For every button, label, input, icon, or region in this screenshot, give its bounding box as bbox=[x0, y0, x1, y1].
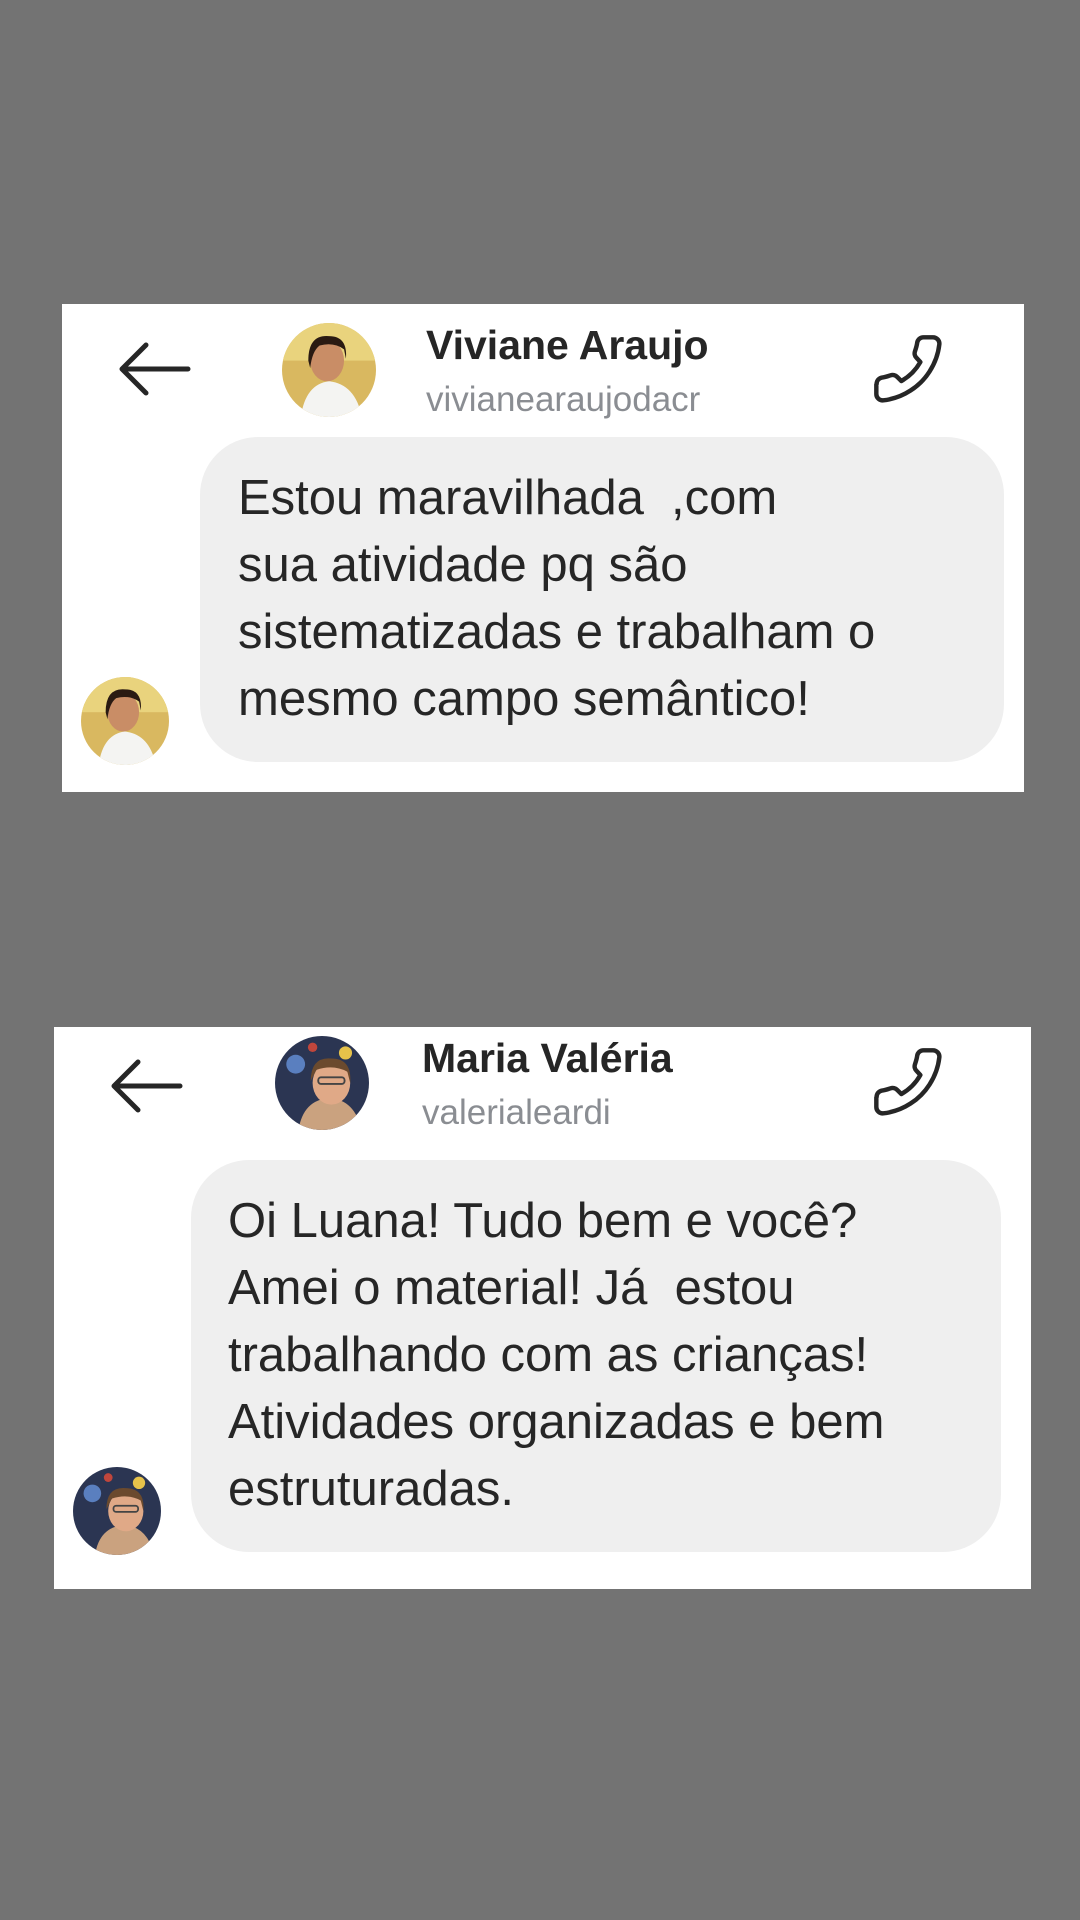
contact-avatar[interactable] bbox=[282, 323, 376, 417]
contact-avatar[interactable] bbox=[275, 1036, 369, 1130]
message-line: sistematizadas e trabalham o bbox=[238, 605, 876, 659]
back-arrow-icon[interactable] bbox=[108, 1056, 184, 1116]
phone-call-icon[interactable] bbox=[870, 331, 946, 407]
message-bubble[interactable]: Oi Luana! Tudo bem e você? Amei o materi… bbox=[191, 1160, 1001, 1552]
message-line: trabalhando com as crianças! bbox=[228, 1328, 869, 1382]
message-line: mesmo campo semântico! bbox=[238, 672, 810, 726]
contact-name: Maria Valéria bbox=[422, 1035, 673, 1081]
contact-username: valerialeardi bbox=[422, 1093, 611, 1132]
conversation-card: Viviane Araujo vivianearaujodacr Estou m… bbox=[62, 304, 1024, 792]
conversation-card: Maria Valéria valerialeardi Oi Luana! Tu… bbox=[54, 1027, 1031, 1589]
message-line: estruturadas. bbox=[228, 1462, 514, 1516]
contact-name: Viviane Araujo bbox=[426, 322, 709, 368]
back-arrow-icon[interactable] bbox=[116, 339, 192, 399]
phone-call-icon[interactable] bbox=[870, 1044, 946, 1120]
message-line: Oi Luana! Tudo bem e você? bbox=[228, 1194, 858, 1248]
message-line: Amei o material! Já estou bbox=[228, 1261, 795, 1315]
message-line: Atividades organizadas e bem bbox=[228, 1395, 885, 1449]
sender-avatar[interactable] bbox=[81, 677, 169, 765]
sender-avatar[interactable] bbox=[73, 1467, 161, 1555]
contact-username: vivianearaujodacr bbox=[426, 380, 701, 419]
message-line: sua atividade pq são bbox=[238, 538, 688, 592]
message-bubble[interactable]: Estou maravilhada ,com sua atividade pq … bbox=[200, 437, 1004, 762]
message-line: Estou maravilhada ,com bbox=[238, 471, 778, 525]
